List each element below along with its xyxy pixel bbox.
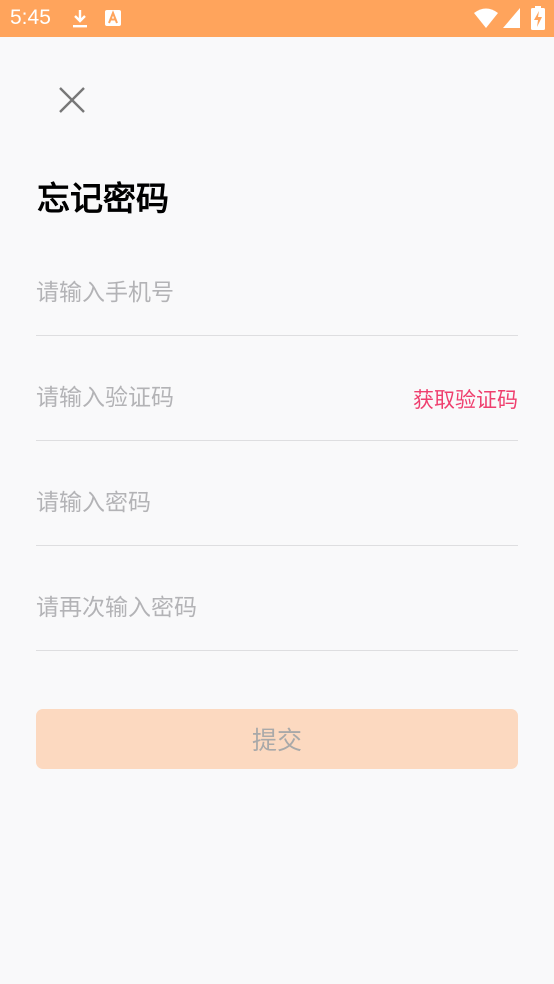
status-time: 5:45 [10,6,51,29]
confirm-password-field [36,546,518,651]
signal-icon [503,8,520,28]
code-field: 获取验证码 [36,336,518,441]
wifi-icon [474,8,498,28]
password-input[interactable] [36,483,396,523]
close-icon [59,87,85,113]
get-code-button[interactable]: 获取验证码 [413,384,518,414]
page-title: 忘记密码 [37,179,169,218]
phone-field [36,231,518,336]
code-input[interactable] [36,378,396,418]
close-button[interactable] [50,78,94,122]
download-icon [73,10,87,28]
password-field [36,441,518,546]
status-bar: 5:45 [0,0,554,37]
submit-button[interactable]: 提交 [36,709,518,769]
confirm-password-input[interactable] [36,588,396,628]
a-notification-icon [105,10,121,26]
phone-input[interactable] [36,273,396,313]
battery-charging-icon [531,6,545,30]
